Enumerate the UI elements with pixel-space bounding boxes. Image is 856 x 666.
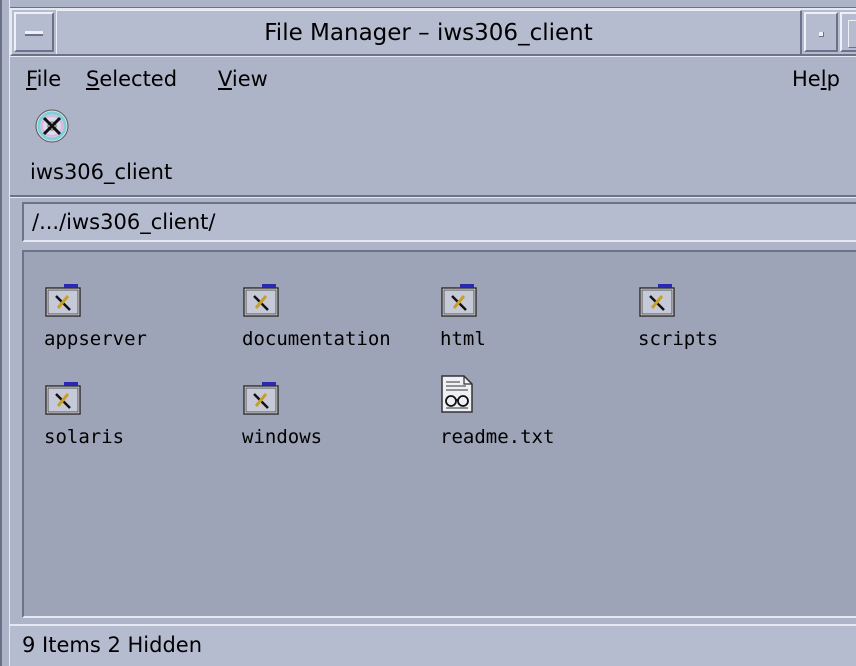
file-name: readme.txt <box>440 426 555 448</box>
folder-icon <box>44 282 81 318</box>
file-item-windows[interactable]: windows <box>242 380 432 460</box>
text-file-icon <box>440 374 476 413</box>
window-frame-left[interactable] <box>2 0 10 666</box>
file-item-documentation[interactable]: documentation <box>242 282 432 362</box>
toolbar: iws306_client <box>10 102 856 196</box>
window-menu-icon <box>25 31 43 36</box>
menu-file[interactable]: File <box>26 67 61 91</box>
file-item-appserver[interactable]: appserver <box>44 282 234 362</box>
host-label: iws306_client <box>30 160 173 184</box>
minimize-button[interactable] <box>804 12 838 52</box>
path-field[interactable]: /.../iws306_client/ <box>22 202 856 242</box>
window-frame-top[interactable] <box>2 0 856 8</box>
menu-view[interactable]: View <box>218 67 268 91</box>
menu-help-prefix: He <box>792 67 821 91</box>
file-item-readme[interactable]: readme.txt <box>440 374 630 454</box>
file-name: solaris <box>44 426 125 448</box>
menu-selected[interactable]: Selected <box>86 67 177 91</box>
menu-view-mnemonic: V <box>218 67 232 91</box>
menu-bar: File Selected View Help <box>10 56 856 102</box>
folder-icon <box>638 282 675 318</box>
status-bar: 9 Items 2 Hidden <box>10 624 856 666</box>
folder-icon <box>242 282 279 318</box>
file-manager-window: File Manager – iws306_client File Select… <box>0 0 856 666</box>
file-item-html[interactable]: html <box>440 282 630 362</box>
menu-file-mnemonic: F <box>26 67 37 91</box>
separator <box>10 195 856 198</box>
folder-icon <box>44 380 81 416</box>
folder-icon <box>242 380 279 416</box>
title-bar[interactable]: File Manager – iws306_client <box>10 8 856 56</box>
file-name: documentation <box>242 328 391 350</box>
menu-file-label: ile <box>36 67 62 91</box>
file-name: windows <box>242 426 323 448</box>
folder-icon <box>440 282 477 318</box>
maximize-icon <box>848 20 856 48</box>
menu-view-label: iew <box>231 67 268 91</box>
menu-help-label: p <box>826 67 840 91</box>
maximize-button[interactable] <box>840 12 856 52</box>
file-item-solaris[interactable]: solaris <box>44 380 234 460</box>
file-name: appserver <box>44 328 147 350</box>
file-name: scripts <box>638 328 719 350</box>
minimize-icon <box>819 32 824 37</box>
file-item-scripts[interactable]: scripts <box>638 282 828 362</box>
menu-selected-label: elected <box>99 67 178 91</box>
file-name: html <box>440 328 486 350</box>
window-title: File Manager – iws306_client <box>56 10 802 54</box>
window-menu-button[interactable] <box>14 12 54 52</box>
menu-help[interactable]: Help <box>792 67 840 91</box>
cd-rom-icon[interactable] <box>34 108 70 144</box>
file-view-pane[interactable]: appserver documentation html scripts sol… <box>22 250 856 618</box>
menu-selected-mnemonic: S <box>86 67 100 91</box>
